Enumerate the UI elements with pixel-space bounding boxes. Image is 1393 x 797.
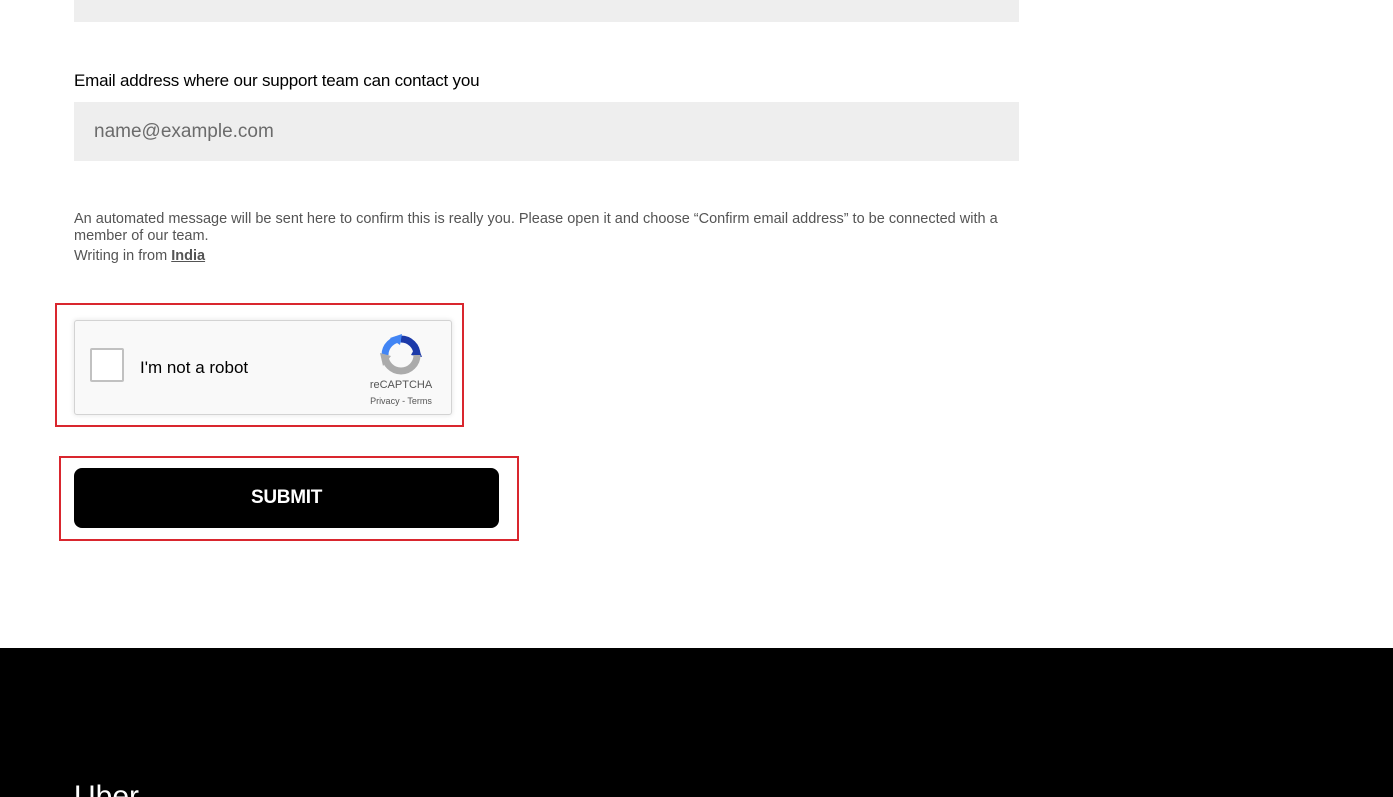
page: Email address where our support team can… [0,0,1393,797]
captcha-links: Privacy - Terms [355,396,447,406]
footer: Uber [0,648,1393,797]
recaptcha-logo-icon [380,334,422,375]
captcha-privacy-link[interactable]: Privacy [370,396,400,406]
captcha-brand: reCAPTCHA [369,379,433,391]
submit-button[interactable]: SUBMIT [74,468,499,528]
previous-field-input[interactable] [74,0,1019,22]
confirmation-helper-text: An automated message will be sent here t… [74,211,998,244]
captcha-checkbox[interactable] [90,348,124,382]
writing-from-prefix: Writing in from [74,248,168,264]
country-link[interactable]: India [171,248,205,264]
captcha-terms-link[interactable]: Terms [407,396,432,406]
footer-brand-logo[interactable]: Uber [74,782,139,797]
email-label: Email address where our support team can… [74,71,480,90]
recaptcha-widget: I'm not a robot reCAPTCHA Privacy - Term… [74,320,452,415]
captcha-label: I'm not a robot [140,358,249,377]
email-input[interactable] [74,102,1019,161]
writing-from: Writing in from India [74,248,205,264]
